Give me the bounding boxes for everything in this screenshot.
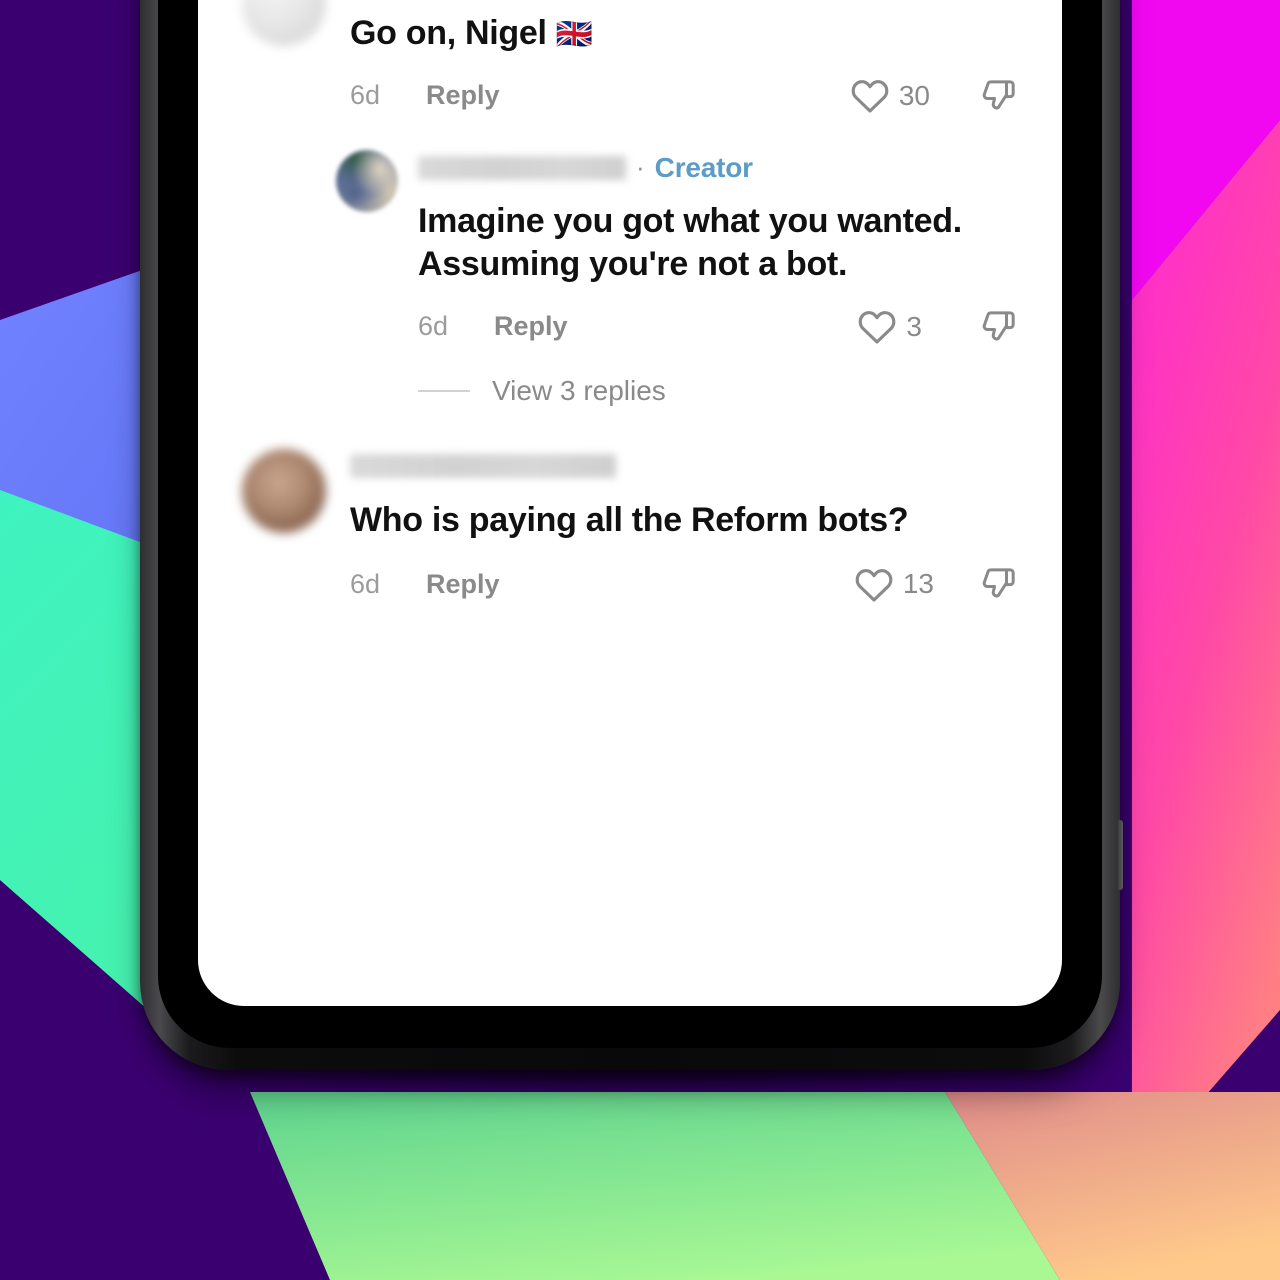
- username-redacted: [418, 155, 626, 180]
- comment-text: Imagine you got what you wanted. Assumin…: [418, 200, 1020, 287]
- bg-shape-pink: [1132, 120, 1280, 1180]
- dislike-button[interactable]: [978, 76, 1020, 116]
- comment-body: Go on, Nigel 🇬🇧 6d Reply 30: [350, 0, 1020, 116]
- creator-badge: Creator: [654, 151, 753, 183]
- thumbs-down-outline-icon: [978, 307, 1020, 347]
- phone-screen: Go on, Nigel 🇬🇧 6d Reply 30 · Creator Im…: [198, 0, 1062, 1006]
- comment-text: Go on, Nigel 🇬🇧: [350, 12, 1020, 56]
- thumbs-down-outline-icon: [978, 76, 1020, 116]
- like-count: 13: [902, 568, 934, 600]
- like-count: 3: [906, 310, 922, 342]
- avatar[interactable]: [242, 0, 326, 46]
- heart-outline-icon: [854, 566, 894, 603]
- comment-timestamp: 6d: [350, 80, 381, 111]
- view-replies-button[interactable]: View 3 replies: [418, 375, 1020, 407]
- phone-bezel: Go on, Nigel 🇬🇧 6d Reply 30 · Creator Im…: [158, 0, 1102, 1048]
- comment-timestamp: 6d: [350, 568, 381, 599]
- reply-button[interactable]: Reply: [426, 569, 500, 600]
- comment-text: Who is paying all the Reform bots?: [350, 499, 1020, 543]
- reply-button[interactable]: Reply: [426, 80, 500, 111]
- comment-body: · Creator Imagine you got what you wante…: [418, 150, 1020, 407]
- replies-line-icon: [418, 389, 470, 392]
- avatar[interactable]: [242, 448, 326, 533]
- like-count: 30: [898, 79, 930, 111]
- dislike-button[interactable]: [978, 307, 1020, 347]
- comment-meta-row: 6d Reply 3: [418, 307, 1020, 347]
- comment-meta-row: 6d Reply 30: [350, 76, 1020, 116]
- like-button[interactable]: 30: [850, 77, 930, 114]
- uk-flag-emoji: 🇬🇧: [555, 18, 593, 51]
- comment-body: Who is paying all the Reform bots? 6d Re…: [350, 449, 1020, 605]
- comment-text-line-2: Assuming you're not a bot.: [418, 245, 848, 284]
- view-replies-label: View 3 replies: [492, 374, 666, 406]
- heart-outline-icon: [857, 308, 897, 345]
- thumbs-down-outline-icon: [978, 564, 1020, 604]
- comment-meta-row: 6d Reply 13: [350, 564, 1020, 604]
- comment-item[interactable]: Who is paying all the Reform bots? 6d Re…: [198, 407, 1062, 605]
- username-row: · Creator: [418, 150, 1020, 186]
- username-row: [350, 449, 1020, 483]
- heart-outline-icon: [850, 77, 890, 114]
- comment-text-value: Who is paying all the Reform bots?: [350, 500, 909, 539]
- comment-list: Go on, Nigel 🇬🇧 6d Reply 30 · Creator Im…: [198, 0, 1062, 604]
- comment-item[interactable]: · Creator Imagine you got what you wante…: [198, 116, 1062, 407]
- comment-text-line-1: Imagine you got what you wanted.: [418, 201, 962, 240]
- comment-text-value: Go on, Nigel: [350, 14, 547, 52]
- separator-dot: ·: [636, 152, 645, 183]
- comment-item[interactable]: Go on, Nigel 🇬🇧 6d Reply 30: [198, 0, 1062, 116]
- like-button[interactable]: 13: [854, 566, 934, 603]
- phone-device-frame: Go on, Nigel 🇬🇧 6d Reply 30 · Creator Im…: [140, 0, 1123, 1070]
- reply-button[interactable]: Reply: [494, 311, 568, 342]
- avatar[interactable]: [336, 149, 398, 212]
- power-button[interactable]: [1118, 820, 1123, 890]
- dislike-button[interactable]: [978, 564, 1020, 604]
- bg-shape-green: [250, 1092, 1060, 1280]
- like-button[interactable]: 3: [857, 308, 922, 345]
- comment-timestamp: 6d: [418, 311, 449, 342]
- username-redacted: [350, 453, 616, 478]
